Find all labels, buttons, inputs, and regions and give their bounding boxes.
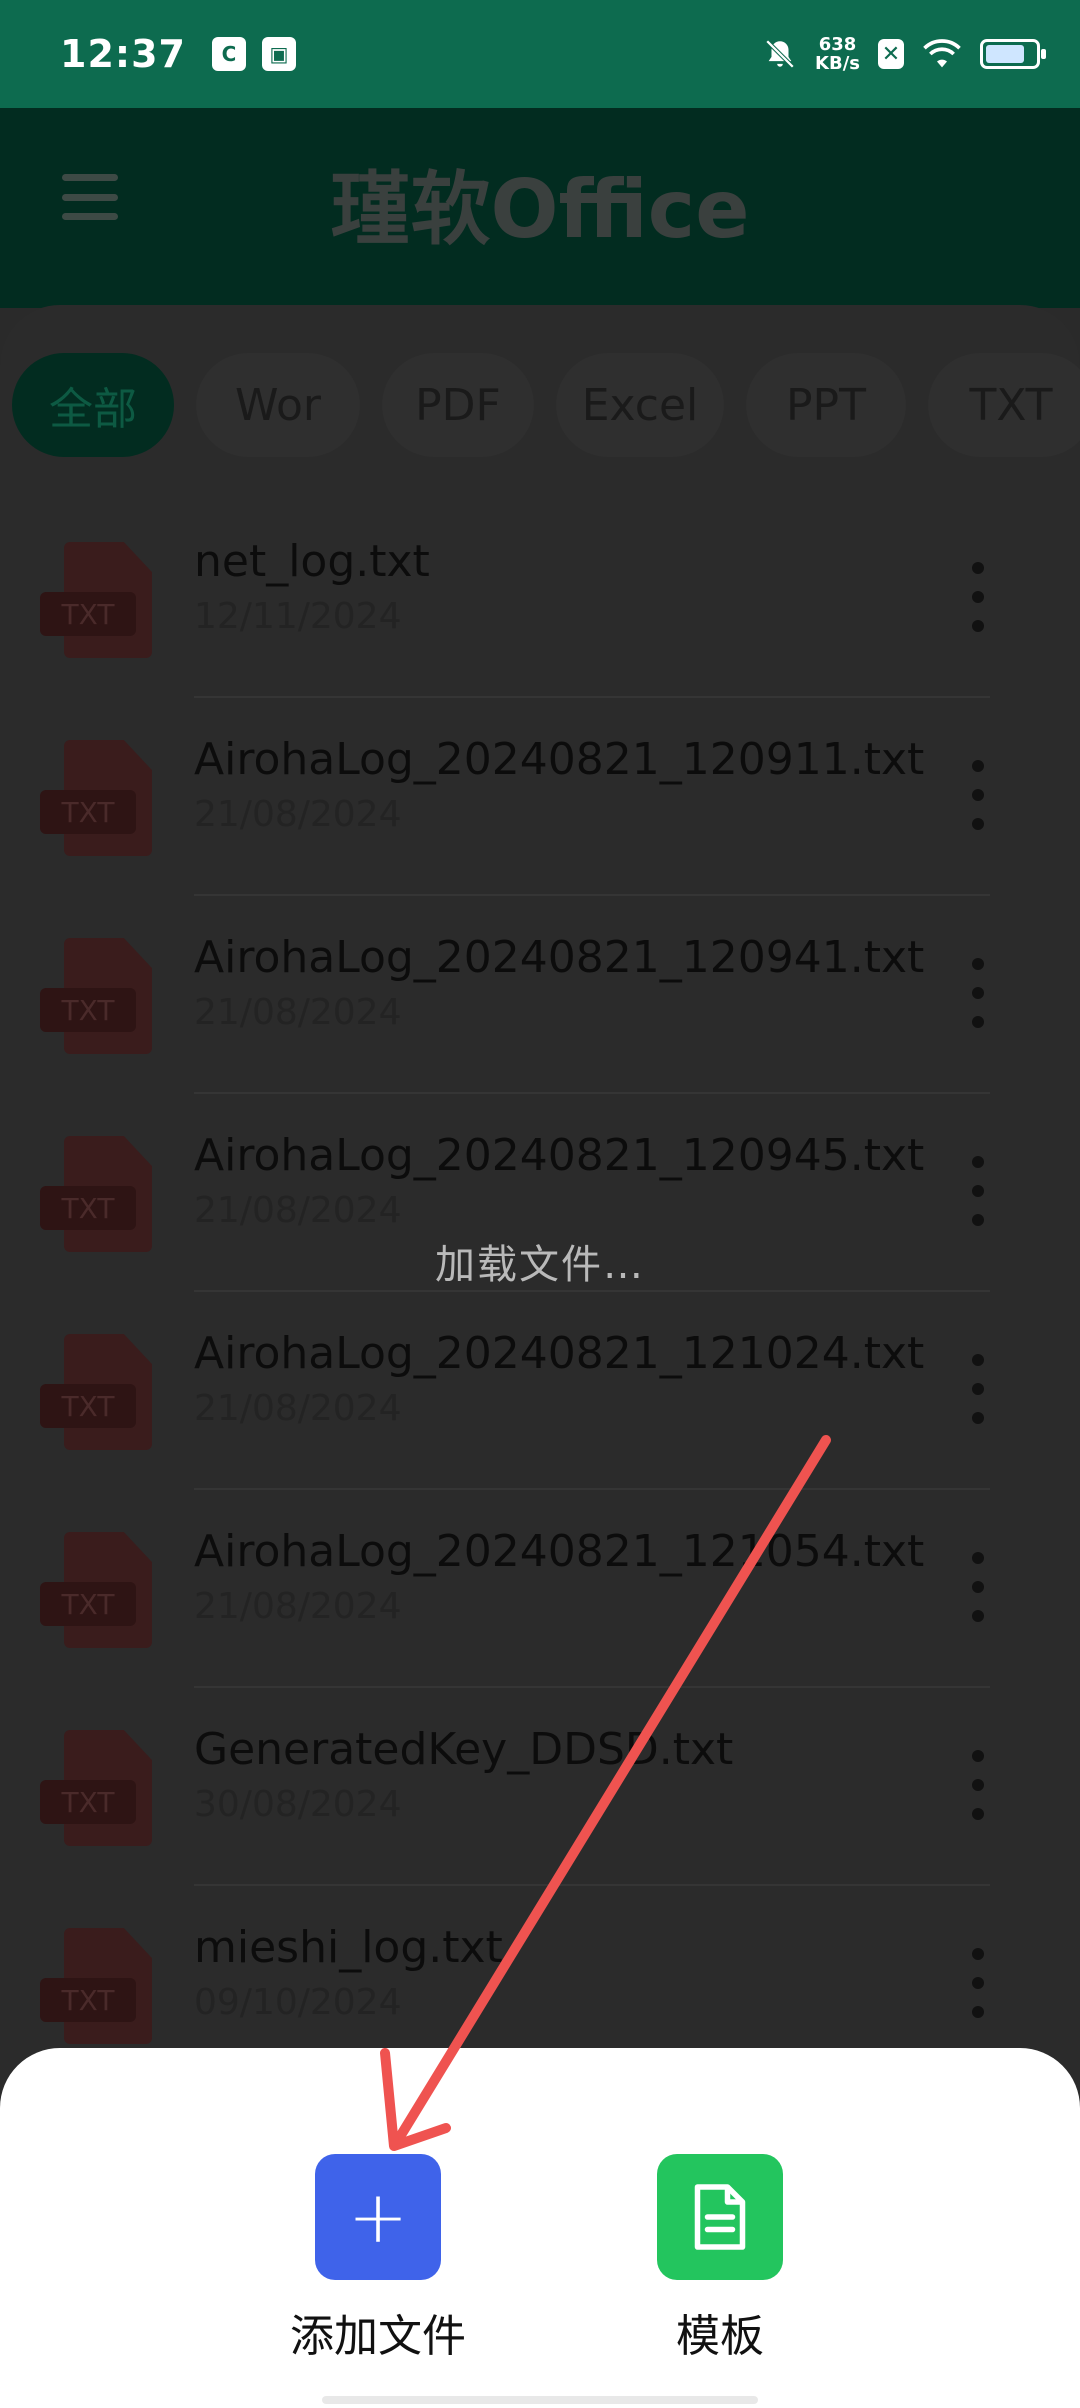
- file-list: TXT net_log.txt 12/11/2024 TXT AirohaLog…: [0, 500, 1080, 2084]
- file-date: 09/10/2024: [194, 1982, 402, 2023]
- status-bar: 12:37 C ▣ 638 KB/s ✕: [0, 0, 1080, 108]
- wifi-icon: [923, 39, 961, 68]
- list-item[interactable]: TXT AirohaLog_20240821_121054.txt 21/08/…: [0, 1490, 1080, 1688]
- more-vert-icon[interactable]: [970, 1948, 986, 2018]
- file-name: AirohaLog_20240821_120941.txt: [194, 932, 925, 983]
- file-name: AirohaLog_20240821_120945.txt: [194, 1130, 925, 1181]
- tab-all[interactable]: 全部: [12, 353, 174, 457]
- more-vert-icon[interactable]: [970, 760, 986, 830]
- tab-ppt[interactable]: PPT: [746, 353, 906, 457]
- more-vert-icon[interactable]: [970, 1552, 986, 1622]
- home-indicator[interactable]: [322, 2396, 758, 2404]
- net-speed: 638 KB/s: [815, 34, 860, 74]
- template-label: 模板: [676, 2311, 764, 2362]
- battery-icon: [980, 39, 1046, 69]
- filter-tabs: 全部 Wor PDF Excel PPT TXT: [12, 353, 1080, 457]
- txt-file-icon: TXT: [40, 1334, 152, 1450]
- file-date: 21/08/2024: [194, 1190, 402, 1231]
- loading-text: 加载文件…: [435, 1242, 645, 1288]
- tab-txt[interactable]: TXT: [928, 353, 1080, 457]
- cc-icon: C: [211, 37, 246, 71]
- more-vert-icon[interactable]: [970, 1750, 986, 1820]
- app-header: 瑾软Office: [0, 108, 1080, 308]
- tab-word[interactable]: Wor: [196, 353, 360, 457]
- template-button[interactable]: [657, 2154, 783, 2280]
- file-name: AirohaLog_20240821_120911.txt: [194, 734, 925, 785]
- template-action[interactable]: 模板: [620, 2154, 820, 2364]
- file-date: 21/08/2024: [194, 1388, 402, 1429]
- more-vert-icon[interactable]: [970, 562, 986, 632]
- txt-file-icon: TXT: [40, 542, 152, 658]
- list-item[interactable]: TXT net_log.txt 12/11/2024: [0, 500, 1080, 698]
- file-date: 21/08/2024: [194, 992, 402, 1033]
- file-date: 30/08/2024: [194, 1784, 402, 1825]
- file-name: AirohaLog_20240821_121024.txt: [194, 1328, 925, 1379]
- add-file-button[interactable]: +: [315, 2154, 441, 2280]
- file-date: 21/08/2024: [194, 1586, 402, 1627]
- bell-muted-icon: [765, 39, 795, 69]
- list-item[interactable]: TXT AirohaLog_20240821_120911.txt 21/08/…: [0, 698, 1080, 896]
- file-date: 21/08/2024: [194, 794, 402, 835]
- list-item[interactable]: TXT AirohaLog_20240821_121024.txt 21/08/…: [0, 1292, 1080, 1490]
- plus-icon: +: [347, 2175, 409, 2259]
- txt-file-icon: TXT: [40, 740, 152, 856]
- menu-icon[interactable]: [62, 174, 118, 220]
- file-name: mieshi_log.txt: [194, 1922, 503, 1973]
- list-item[interactable]: TXT AirohaLog_20240821_120941.txt 21/08/…: [0, 896, 1080, 1094]
- app-title: 瑾软Office: [330, 163, 750, 256]
- status-time: 12:37: [60, 32, 186, 76]
- txt-file-icon: TXT: [40, 938, 152, 1054]
- add-file-action[interactable]: + 添加文件: [278, 2154, 478, 2364]
- txt-file-icon: TXT: [40, 1532, 152, 1648]
- bottom-sheet: + 添加文件 模板: [0, 2048, 1080, 2408]
- more-vert-icon[interactable]: [970, 1156, 986, 1226]
- add-file-label: 添加文件: [290, 2311, 466, 2362]
- file-name: net_log.txt: [194, 536, 430, 587]
- file-name: GeneratedKey_DDSD.txt: [194, 1724, 734, 1775]
- file-date: 12/11/2024: [194, 596, 402, 637]
- txt-file-icon: TXT: [40, 1730, 152, 1846]
- file-browser: 全部 Wor PDF Excel PPT TXT TXT net_log.txt…: [0, 305, 1080, 2105]
- document-icon: [694, 2184, 746, 2250]
- file-name: AirohaLog_20240821_121054.txt: [194, 1526, 925, 1577]
- tab-pdf[interactable]: PDF: [382, 353, 534, 457]
- list-item[interactable]: TXT GeneratedKey_DDSD.txt 30/08/2024: [0, 1688, 1080, 1886]
- more-vert-icon[interactable]: [970, 1354, 986, 1424]
- txt-file-icon: TXT: [40, 1928, 152, 2044]
- sim-x-icon: ✕: [878, 39, 904, 69]
- tab-excel[interactable]: Excel: [556, 353, 724, 457]
- more-vert-icon[interactable]: [970, 958, 986, 1028]
- notification-app-icon: ▣: [261, 37, 296, 71]
